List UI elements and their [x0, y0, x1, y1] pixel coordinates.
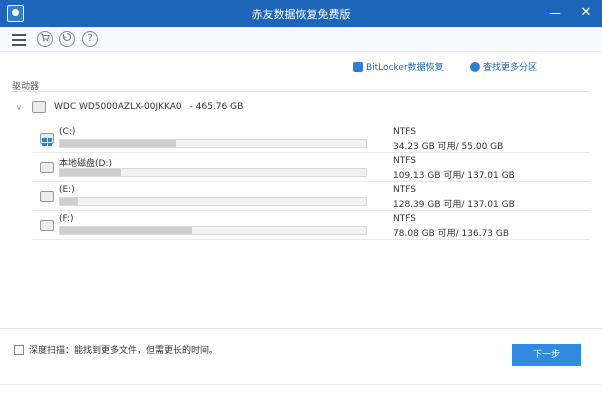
drive-icon: [40, 191, 54, 202]
title-bar: 赤友数据恢复免费版 — ✕: [0, 0, 602, 27]
restore-icon[interactable]: [59, 31, 75, 47]
deep-scan-option[interactable]: 深度扫描：能找到更多文件，但需更长的时间。: [14, 343, 218, 356]
drive-icon: [40, 162, 54, 173]
help-icon[interactable]: ?: [82, 31, 98, 47]
bitlocker-recovery-label: BitLocker数据恢复: [366, 63, 444, 73]
space-label: 78.08 GB 可用/ 136.73 GB: [393, 229, 510, 239]
filesystem-label: NTFS: [393, 127, 416, 137]
partition-row-c[interactable]: (C:) NTFS 34.23 GB 可用/ 55.00 GB: [32, 124, 590, 153]
partition-label: (C:): [59, 127, 76, 137]
filesystem-label: NTFS: [393, 214, 416, 224]
space-label: 34.23 GB 可用/ 55.00 GB: [393, 142, 504, 152]
space-label: 109.13 GB 可用/ 137.01 GB: [393, 171, 515, 181]
deep-scan-label: 深度扫描：能找到更多文件，但需更长的时间。: [29, 346, 219, 356]
find-partition-label: 查找更多分区: [483, 63, 538, 73]
disk-name: WDC WD5000AZLX-00JKKA0: [54, 102, 182, 112]
partition-row-f[interactable]: (F:) NTFS 78.08 GB 可用/ 136.73 GB: [32, 211, 590, 240]
partition-row-e[interactable]: (E:) NTFS 128.39 GB 可用/ 137.01 GB: [32, 182, 590, 211]
filesystem-label: NTFS: [393, 156, 416, 166]
partition-label: (E:): [59, 185, 75, 195]
disk-row[interactable]: ∨ WDC WD5000AZLX-00JKKA0 - 465.76 GB: [12, 98, 412, 116]
usage-bar-fill: [60, 140, 177, 147]
chevron-down-icon[interactable]: ∨: [16, 103, 26, 112]
cart-icon[interactable]: [37, 31, 53, 47]
divider: [0, 328, 602, 329]
next-button[interactable]: 下一步: [512, 344, 581, 366]
usage-bar-fill: [60, 169, 122, 176]
hard-disk-icon: [32, 101, 46, 113]
space-label: 128.39 GB 可用/ 137.01 GB: [393, 200, 515, 210]
usage-bar: [59, 139, 367, 148]
footer-strip: [0, 384, 602, 410]
usage-bar-fill: [60, 227, 192, 234]
disk-size: - 465.76 GB: [189, 102, 244, 112]
minimize-button[interactable]: —: [545, 3, 565, 23]
bitlocker-recovery-link[interactable]: BitLocker数据恢复: [353, 60, 444, 73]
windows-logo-icon: [42, 138, 52, 146]
menu-icon[interactable]: [12, 31, 28, 47]
usage-bar: [59, 168, 367, 177]
filesystem-label: NTFS: [393, 185, 416, 195]
usage-bar-fill: [60, 198, 79, 205]
usage-bar: [59, 226, 367, 235]
top-links: BitLocker数据恢复 查找更多分区: [0, 60, 602, 74]
find-partition-link[interactable]: 查找更多分区: [470, 60, 537, 73]
partition-row-d[interactable]: 本地磁盘(D:) NTFS 109.13 GB 可用/ 137.01 GB: [32, 153, 590, 182]
globe-icon: [470, 61, 480, 72]
window-title: 赤友数据恢复免费版: [251, 8, 351, 21]
usage-bar: [59, 197, 367, 206]
partition-label: (F:): [59, 214, 74, 224]
drive-icon: [40, 220, 54, 231]
close-button[interactable]: ✕: [576, 3, 596, 23]
divider: [12, 91, 590, 92]
lock-icon: [353, 61, 363, 72]
deep-scan-checkbox[interactable]: [14, 344, 24, 355]
toolbar: ?: [0, 27, 602, 52]
